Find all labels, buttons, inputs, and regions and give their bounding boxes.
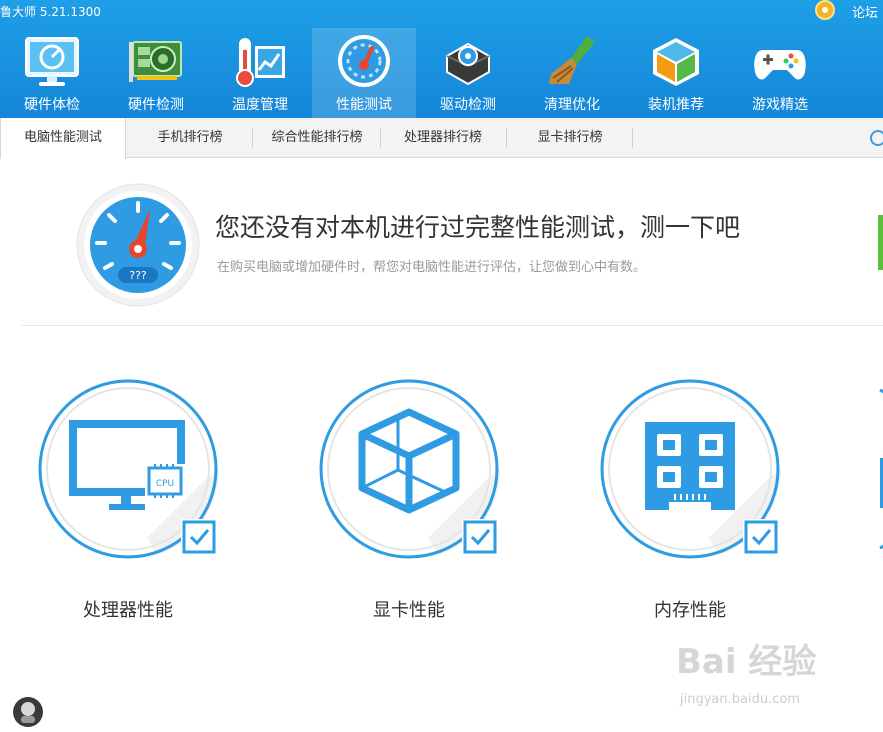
tab-overall-ranking[interactable]: 综合性能排行榜 <box>254 118 380 158</box>
nav-item-hardware-checkup[interactable]: 硬件体检 <box>0 28 104 118</box>
gamepad-icon <box>754 50 806 80</box>
watermark-brand: Bai 经验 <box>676 642 817 682</box>
checkbox-memory[interactable] <box>743 519 779 555</box>
nav-item-driver[interactable]: 驱动检测 <box>416 28 520 118</box>
nav-item-performance[interactable]: 性能测试 <box>312 28 416 118</box>
app-window: 鲁大师 5.21.1300 论坛 硬件体检 硬件检测 温度管理 性能测试 驱动检… <box>0 0 883 732</box>
card-memory-performance[interactable]: 内存性能 <box>599 378 781 628</box>
nav-label: 装机推荐 <box>648 97 704 113</box>
card-label: 处理器性能 <box>83 600 173 621</box>
start-test-button[interactable] <box>878 215 883 270</box>
monitor-check-icon <box>25 37 79 86</box>
cpu-chip-label: CPU <box>156 479 174 489</box>
tab-separator <box>252 128 253 148</box>
medal-icon[interactable] <box>815 0 835 20</box>
tab-separator <box>632 128 633 148</box>
nav-label: 硬件检测 <box>128 97 184 113</box>
tab-phone-ranking[interactable]: 手机排行榜 <box>130 118 250 158</box>
driver-gear-icon <box>446 42 490 86</box>
tab-separator <box>506 128 507 148</box>
nav-label: 温度管理 <box>232 97 288 113</box>
cube-icon <box>653 38 699 86</box>
nav-label: 驱动检测 <box>440 97 496 113</box>
forum-link[interactable]: 论坛 <box>852 2 878 21</box>
nav-item-hardware-detect[interactable]: 硬件检测 <box>104 28 208 118</box>
checkbox-cpu[interactable] <box>181 519 217 555</box>
hero-subtitle: 在购买电脑或增加硬件时，帮您对电脑性能进行评估，让您做到心中有数。 <box>217 260 647 275</box>
performance-gauge-icon: ??? <box>76 183 200 307</box>
card-label: 显卡性能 <box>373 600 445 621</box>
card-gpu-performance[interactable]: 显卡性能 <box>318 378 500 628</box>
speedometer-icon <box>338 35 390 87</box>
tab-gpu-ranking[interactable]: 显卡排行榜 <box>508 118 632 158</box>
broom-icon <box>549 36 595 84</box>
nav-item-temperature[interactable]: 温度管理 <box>208 28 312 118</box>
main-nav: 硬件体检 硬件检测 温度管理 性能测试 驱动检测 清理优化 装机推荐 游戏精选 <box>0 28 883 118</box>
nav-label: 游戏精选 <box>752 97 808 113</box>
tab-pc-performance[interactable]: 电脑性能测试 <box>0 118 126 159</box>
watermark-site: jingyan.baidu.com <box>680 692 800 707</box>
hardware-card-icon <box>129 41 182 82</box>
watermark: Bai 经验 jingyan.baidu.com <box>676 634 876 716</box>
nav-item-games[interactable]: 游戏精选 <box>728 28 832 118</box>
thermometer-icon <box>236 38 285 87</box>
app-logo-icon <box>13 697 43 727</box>
card-label: 内存性能 <box>654 600 726 621</box>
divider <box>22 325 883 326</box>
sub-tab-bar: 电脑性能测试 手机排行榜 综合性能排行榜 处理器排行榜 显卡排行榜 <box>0 118 883 159</box>
card-cpu-performance[interactable]: CPU 处理器性能 <box>37 378 219 628</box>
next-card-partial <box>879 388 883 550</box>
nav-label: 清理优化 <box>544 97 600 113</box>
checkbox-gpu[interactable] <box>462 519 498 555</box>
nav-label: 硬件体检 <box>24 97 80 113</box>
nav-label: 性能测试 <box>336 97 392 113</box>
refresh-icon[interactable] <box>870 130 883 146</box>
nav-item-build-recommend[interactable]: 装机推荐 <box>624 28 728 118</box>
tab-cpu-ranking[interactable]: 处理器排行榜 <box>382 118 504 158</box>
header-bar: 鲁大师 5.21.1300 论坛 硬件体检 硬件检测 温度管理 性能测试 驱动检… <box>0 0 883 118</box>
app-title: 鲁大师 5.21.1300 <box>0 5 101 19</box>
nav-item-cleanup[interactable]: 清理优化 <box>520 28 624 118</box>
hero-title: 您还没有对本机进行过完整性能测试，测一下吧 <box>215 213 741 242</box>
tab-separator <box>380 128 381 148</box>
gauge-label: ??? <box>129 269 147 282</box>
